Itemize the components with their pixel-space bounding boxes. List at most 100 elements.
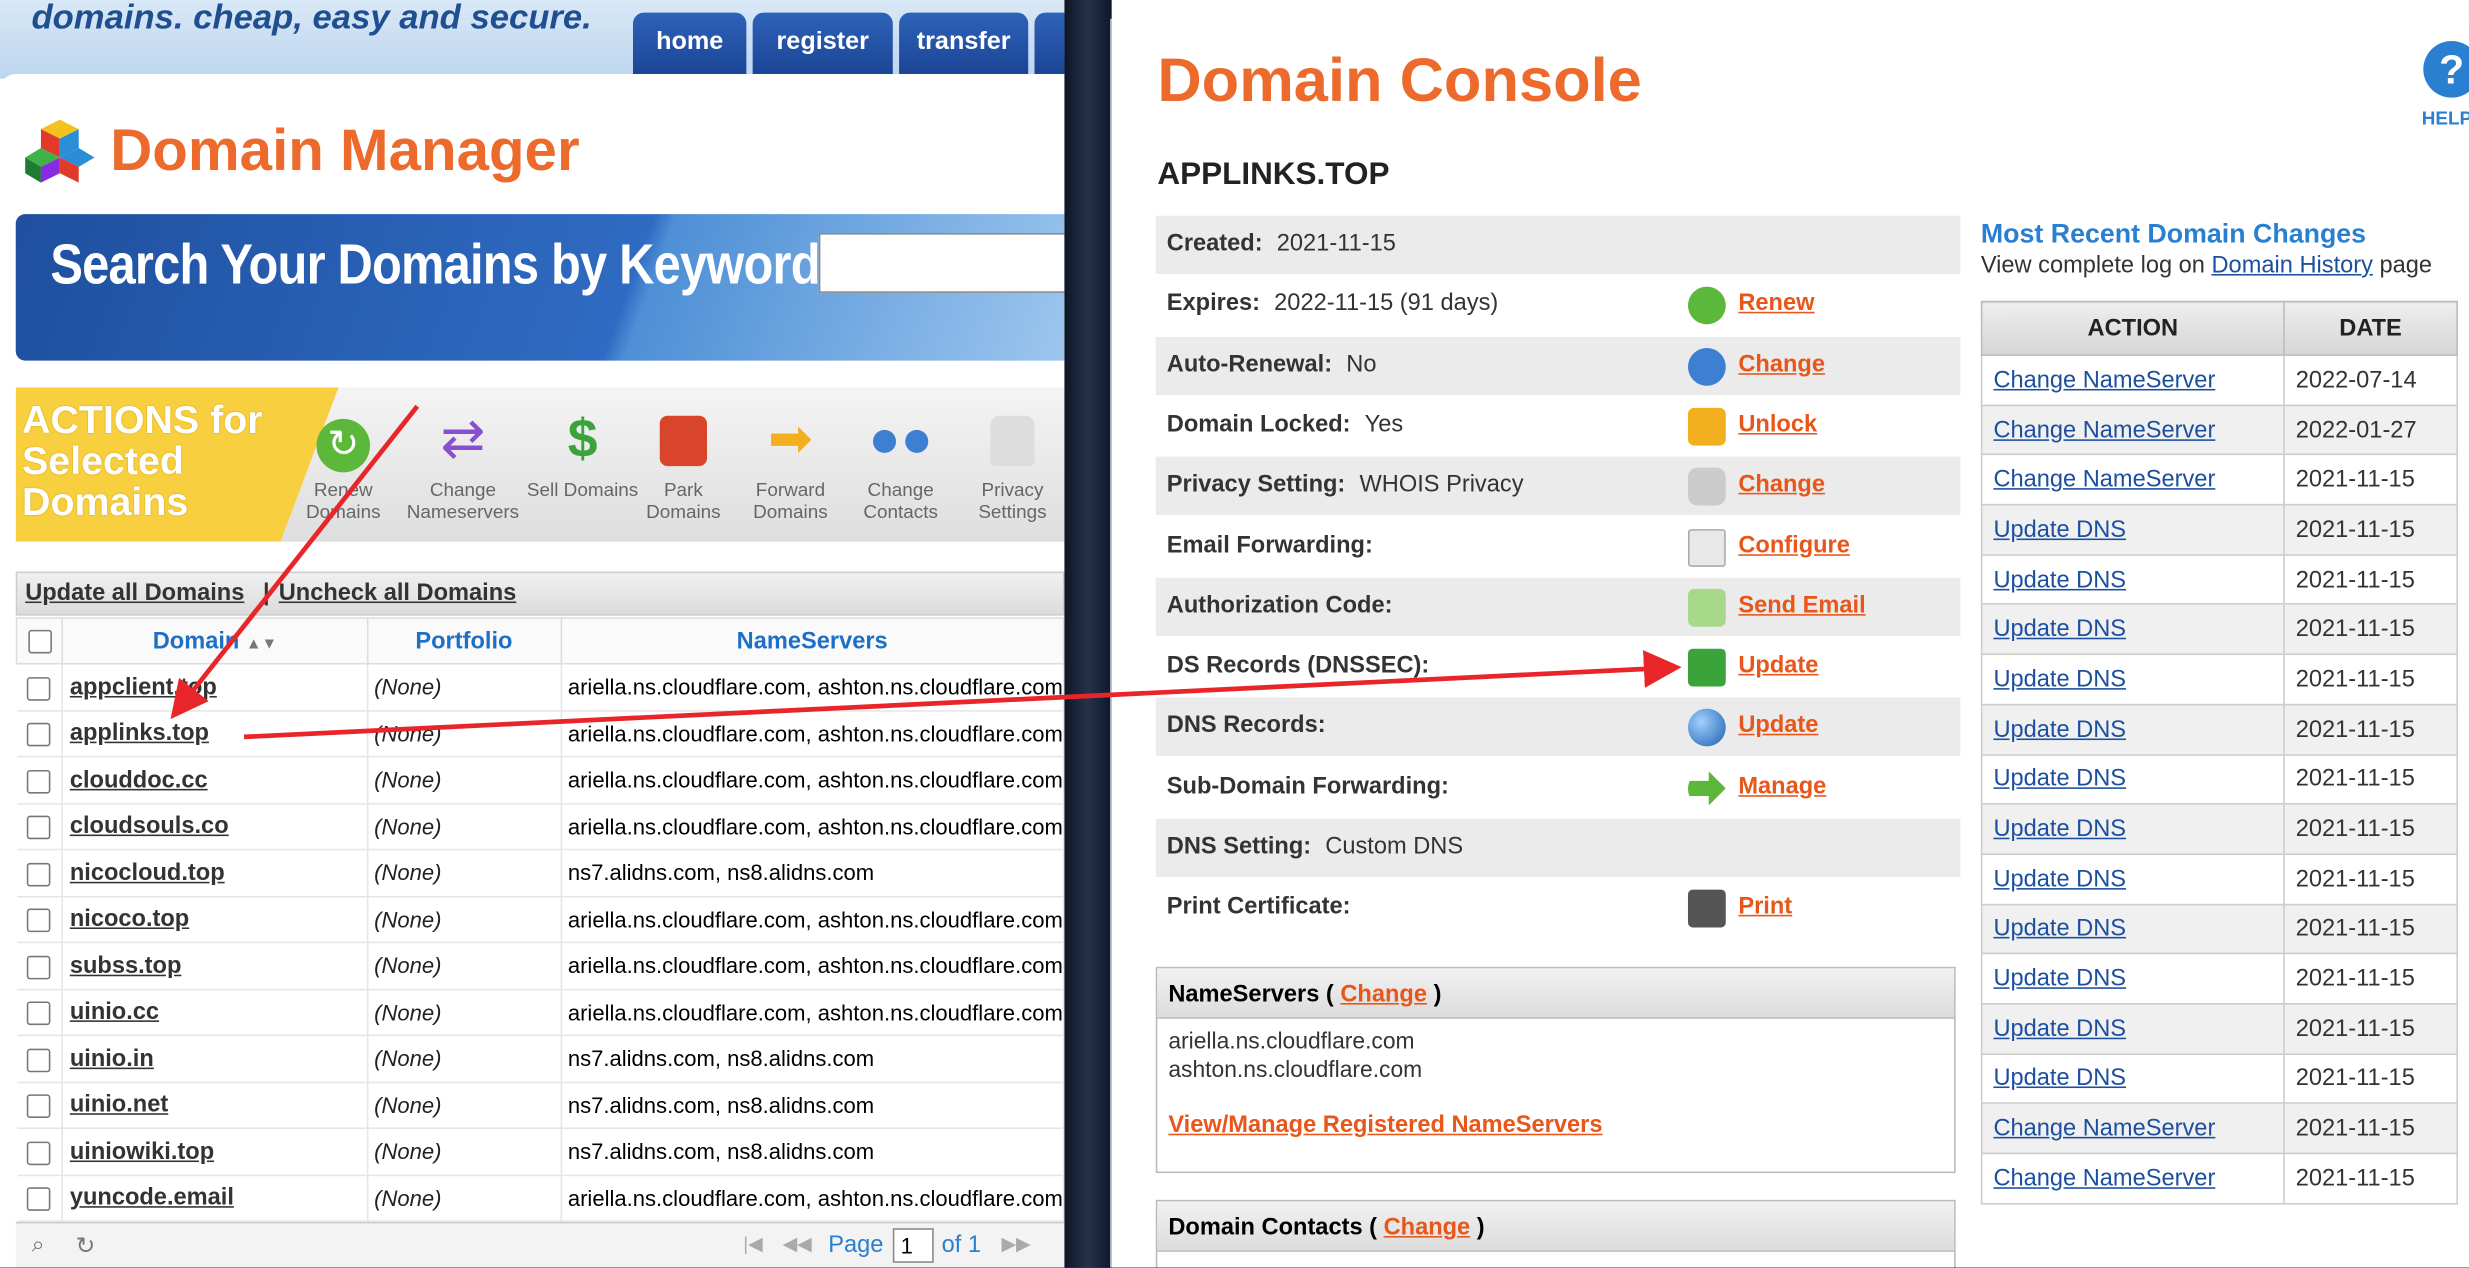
change-contacts-link[interactable]: Change: [1384, 1214, 1471, 1241]
table-row[interactable]: uiniowiki.top (None) ns7.alidns.com, ns8.a…: [16, 1128, 1065, 1176]
row-checkbox[interactable]: [27, 769, 52, 794]
action-forward-domains[interactable]: ➡ Forward Domains: [734, 403, 847, 522]
row-checkbox[interactable]: [27, 1094, 52, 1119]
column-header-nameservers[interactable]: NameServers: [559, 617, 1065, 665]
info-action-link[interactable]: Send Email: [1738, 592, 1865, 619]
row-checkbox[interactable]: [27, 955, 52, 979]
info-action-link[interactable]: Configure: [1738, 531, 1850, 558]
row-checkbox[interactable]: [27, 676, 52, 701]
column-header-portfolio[interactable]: Portfolio: [366, 617, 562, 665]
domain-history-link[interactable]: Domain History: [2212, 252, 2373, 279]
domain-link[interactable]: uinio.net: [70, 1092, 168, 1119]
table-row[interactable]: nicoco.top (None) ariella.ns.cloudflare.co…: [16, 895, 1065, 944]
history-action-link[interactable]: Update DNS: [1993, 866, 2126, 893]
table-row[interactable]: subss.top (None) ariella.ns.cloudflare.com…: [16, 942, 1065, 990]
first-page-icon[interactable]: |◀: [743, 1233, 762, 1255]
row-checkbox[interactable]: [27, 862, 52, 886]
domain-link[interactable]: uinio.in: [70, 1045, 154, 1072]
select-all-checkbox[interactable]: [27, 629, 52, 654]
row-checkbox[interactable]: [27, 908, 52, 933]
row-checkbox[interactable]: [27, 722, 52, 747]
info-action-link[interactable]: Renew: [1738, 290, 1814, 317]
help-icon[interactable]: ?: [2423, 40, 2469, 98]
history-action-link[interactable]: Change NameServer: [1993, 466, 2215, 493]
nameservers-list: ariella.ns.cloudflare.com ashton.ns.clou…: [1157, 1019, 1954, 1095]
action-park-domains[interactable]: Park Domains: [627, 403, 740, 523]
nav-tab-transfer[interactable]: transfer: [899, 12, 1029, 75]
search-small-icon[interactable]: ⌕: [31, 1231, 44, 1258]
row-checkbox[interactable]: [27, 1048, 52, 1072]
domain-link[interactable]: uinio.cc: [70, 999, 159, 1026]
action-renew-domains[interactable]: ↻ Renew Domains: [287, 403, 400, 523]
table-row[interactable]: yuncode.email (None) ariella.ns.cloudflare…: [16, 1174, 1065, 1222]
history-action-link[interactable]: Update DNS: [1993, 516, 2126, 543]
prev-page-icon[interactable]: ◀◀: [783, 1233, 812, 1255]
domain-link[interactable]: uiniowiki.top: [70, 1138, 214, 1165]
refresh-icon[interactable]: ↻: [76, 1231, 96, 1260]
domain-link[interactable]: clouddoc.cc: [70, 766, 208, 793]
domain-link[interactable]: nicoco.top: [70, 906, 189, 933]
history-action-link[interactable]: Update DNS: [1993, 816, 2126, 843]
table-row[interactable]: nicocloud.top (None) ns7.alidns.com, ns8.a…: [16, 849, 1065, 897]
row-checkbox-cell: [16, 1035, 64, 1083]
history-action-link[interactable]: Update DNS: [1993, 1065, 2126, 1092]
history-action-link[interactable]: Update DNS: [1993, 766, 2126, 793]
history-action-link[interactable]: Update DNS: [1993, 965, 2126, 992]
action-sell-domains[interactable]: $ Sell Domains: [526, 403, 639, 500]
table-row[interactable]: uinio.cc (None) ariella.ns.cloudflare.com,…: [16, 988, 1065, 1037]
history-action-link[interactable]: Update DNS: [1993, 666, 2126, 693]
action-privacy-settings[interactable]: Privacy Settings: [956, 403, 1065, 523]
history-action-link[interactable]: Update DNS: [1993, 716, 2126, 743]
table-row[interactable]: uinio.in (None) ns7.alidns.com, ns8.alidns…: [16, 1035, 1065, 1083]
row-checkbox[interactable]: [27, 815, 52, 840]
action-change-nameservers[interactable]: ⇄ Change Nameservers: [406, 403, 519, 522]
table-row[interactable]: appclient.top (None) ariella.ns.cloudflare…: [16, 663, 1065, 711]
table-row[interactable]: uinio.net (None) ns7.alidns.com, ns8.alidn…: [16, 1081, 1065, 1129]
table-row[interactable]: cloudsouls.co (None) ariella.ns.cloudflare…: [16, 803, 1065, 851]
info-action-link[interactable]: Update: [1738, 652, 1818, 679]
domain-link[interactable]: applinks.top: [70, 720, 209, 747]
history-action-link[interactable]: Update DNS: [1993, 616, 2126, 643]
history-action-link[interactable]: Change NameServer: [1993, 417, 2215, 444]
info-action-link[interactable]: Change: [1738, 471, 1825, 498]
domain-link[interactable]: subss.top: [70, 952, 182, 979]
change-nameservers-link[interactable]: Change: [1340, 981, 1427, 1008]
action-change-contacts[interactable]: ●● Change Contacts: [844, 403, 957, 522]
row-checkbox[interactable]: [27, 1187, 52, 1212]
column-header-domain[interactable]: Domain ▲▼: [61, 617, 368, 665]
nav-tab-more[interactable]: [1034, 12, 1065, 75]
domain-link[interactable]: yuncode.email: [70, 1184, 234, 1211]
info-action-link[interactable]: Change: [1738, 350, 1825, 377]
domain-link[interactable]: cloudsouls.co: [70, 813, 229, 840]
portfolio-cell: (None): [367, 1081, 562, 1129]
info-label: DNS Records:: [1166, 712, 1326, 740]
history-action-link[interactable]: Update DNS: [1993, 915, 2126, 942]
domain-link[interactable]: nicocloud.top: [70, 859, 225, 886]
history-action-link[interactable]: Change NameServer: [1993, 1165, 2215, 1192]
row-checkbox[interactable]: [27, 1001, 52, 1026]
info-action-link[interactable]: Print: [1738, 893, 1792, 920]
nav-tab-home[interactable]: home: [632, 12, 747, 75]
info-value: 2022-11-15 (91 days): [1274, 290, 1499, 317]
history-date-cell: 2021-11-15: [2283, 703, 2458, 756]
history-action-link[interactable]: Change NameServer: [1993, 367, 2215, 394]
domain-link[interactable]: appclient.top: [70, 674, 217, 701]
next-page-icon[interactable]: ▶▶: [1001, 1233, 1030, 1255]
info-action-link[interactable]: Update: [1738, 712, 1818, 739]
history-action-link[interactable]: Update DNS: [1993, 566, 2126, 593]
info-action-link[interactable]: Unlock: [1738, 411, 1817, 438]
uncheck-all-domains-link[interactable]: Uncheck all Domains: [279, 579, 517, 606]
history-action-link[interactable]: Change NameServer: [1993, 1115, 2215, 1142]
history-action-link[interactable]: Update DNS: [1993, 1015, 2126, 1042]
keyword-search-input[interactable]: [818, 233, 1065, 293]
table-row[interactable]: applinks.top (None) ariella.ns.cloudflare.…: [16, 710, 1065, 758]
page-number-input[interactable]: [892, 1228, 934, 1263]
help-label[interactable]: HELP: [2422, 107, 2469, 129]
nav-tab-register[interactable]: register: [752, 12, 893, 75]
info-action-link[interactable]: Manage: [1738, 773, 1826, 800]
history-date-cell: 2021-11-15: [2283, 454, 2458, 506]
row-checkbox[interactable]: [27, 1141, 52, 1165]
table-row[interactable]: clouddoc.cc (None) ariella.ns.cloudflare.c…: [16, 756, 1065, 804]
manage-registered-nameservers-link[interactable]: View/Manage Registered NameServers: [1168, 1112, 1602, 1139]
update-all-domains-link[interactable]: Update all Domains: [25, 579, 244, 606]
